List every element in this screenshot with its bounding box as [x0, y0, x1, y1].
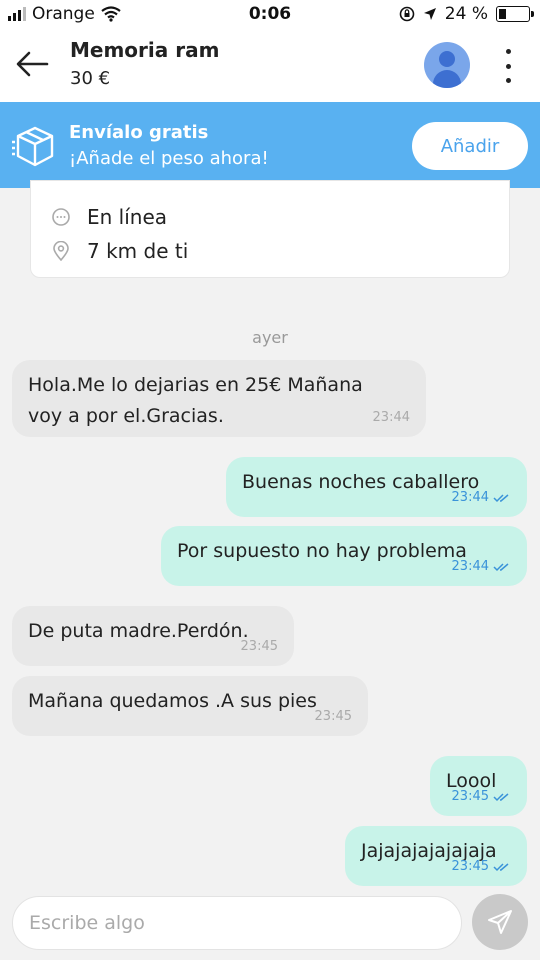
message-meta: 23:44	[452, 551, 511, 582]
message-time: 23:45	[451, 859, 489, 874]
send-icon	[488, 910, 512, 934]
message-time: 23:44	[451, 559, 489, 574]
double-check-icon	[493, 562, 509, 571]
online-status: En línea	[87, 205, 168, 229]
battery-icon	[496, 6, 534, 22]
message-time: 23:45	[451, 789, 489, 804]
location-arrow-icon	[423, 8, 436, 20]
status-bar: Orange 0:06 24 %	[0, 0, 540, 30]
message-meta: 23:45	[315, 701, 352, 732]
status-right-group: 24 %	[399, 4, 534, 24]
online-status-row: En línea	[51, 205, 167, 229]
message-input[interactable]	[12, 896, 462, 950]
screen-lock-icon	[399, 6, 415, 22]
message-time: 23:44	[372, 410, 410, 425]
banner-subtitle: ¡Añade el peso ahora!	[69, 148, 269, 169]
message-incoming[interactable]: Hola.Me lo dejarias en 25€ Mañana voy a …	[12, 360, 426, 437]
message-meta: 23:45	[241, 631, 278, 662]
avatar-body	[433, 70, 461, 88]
back-arrow-icon	[16, 51, 49, 77]
message-outgoing[interactable]: Jajajajajajajaja 23:45	[345, 826, 527, 886]
avatar-head	[439, 51, 455, 67]
package-icon	[12, 126, 54, 167]
message-time: 23:45	[240, 639, 278, 654]
date-separator: ayer	[252, 328, 288, 347]
message-meta: 23:44	[452, 482, 511, 513]
double-check-icon	[493, 792, 509, 801]
location-pin-icon	[53, 241, 69, 261]
item-title[interactable]: Memoria ram	[70, 38, 219, 62]
message-outgoing[interactable]: Por supuesto no hay problema 23:44	[161, 526, 527, 586]
message-outgoing[interactable]: Buenas noches caballero 23:44	[226, 457, 527, 517]
message-text: Mañana quedamos .A sus pies	[28, 690, 317, 712]
avatar[interactable]	[424, 42, 470, 88]
message-outgoing[interactable]: Loool 23:45	[430, 756, 527, 816]
double-check-icon	[493, 493, 509, 502]
message-meta: 23:45	[452, 781, 511, 812]
message-meta: 23:44	[373, 402, 410, 433]
back-button[interactable]	[14, 48, 50, 80]
distance: 7 km de ti	[87, 239, 189, 263]
battery-label: 24 %	[444, 4, 488, 24]
add-weight-button[interactable]: Añadir	[412, 122, 528, 170]
more-vertical-icon[interactable]	[496, 46, 520, 86]
chat-bubble-icon	[52, 208, 70, 226]
message-text: Hola.Me lo dejarias en 25€ Mañana	[28, 374, 363, 396]
double-check-icon	[493, 862, 509, 871]
message-time: 23:45	[314, 709, 352, 724]
message-incoming[interactable]: De puta madre.Perdón. 23:45	[12, 606, 294, 666]
distance-row: 7 km de ti	[51, 239, 188, 263]
send-button[interactable]	[472, 894, 528, 950]
banner-title: Envíalo gratis	[69, 122, 209, 143]
message-incoming[interactable]: Mañana quedamos .A sus pies 23:45	[12, 676, 368, 736]
chat-header: Memoria ram 30 €	[0, 30, 540, 102]
shipping-banner: Envíalo gratis ¡Añade el peso ahora! Aña…	[0, 102, 540, 188]
item-price: 30 €	[70, 68, 111, 89]
message-text: voy a por el.Gracias.	[28, 405, 224, 427]
seller-info-card: En línea 7 km de ti	[30, 180, 510, 278]
message-meta: 23:45	[452, 851, 511, 882]
message-time: 23:44	[451, 490, 489, 505]
